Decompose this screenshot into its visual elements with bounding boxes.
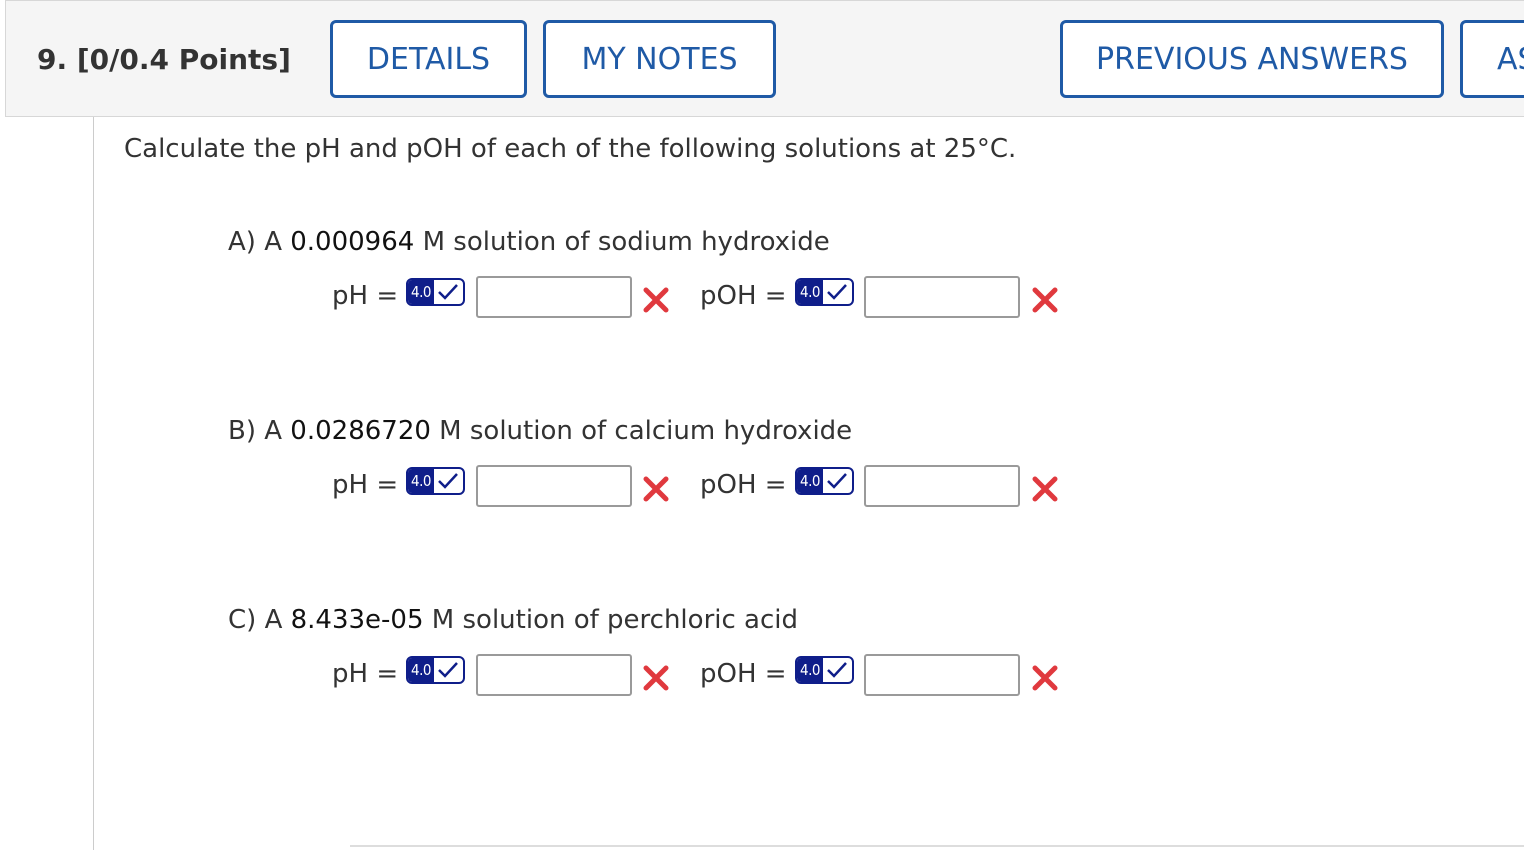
content-left-border <box>93 117 94 850</box>
part-c-ph-label: pH = <box>332 659 399 689</box>
part-c-concentration: 8.433e-05 <box>290 605 424 635</box>
part-c-suffix: M solution of perchloric acid <box>431 605 798 635</box>
previous-answers-button[interactable]: PREVIOUS ANSWERS <box>1060 20 1444 98</box>
details-button[interactable]: DETAILS <box>330 20 527 98</box>
part-b-poh-input[interactable] <box>864 465 1020 507</box>
part-b-poh-sigfig-button[interactable]: 4.0 <box>795 467 854 495</box>
part-b-ph-label: pH = <box>332 470 399 500</box>
sigfig-value: 4.0 <box>797 280 823 304</box>
part-a-ph-sigfig-button[interactable]: 4.0 <box>406 278 465 306</box>
part-b-ph-input[interactable] <box>476 465 632 507</box>
part-c-ph-sigfig-button[interactable]: 4.0 <box>406 656 465 684</box>
x-mark-icon <box>643 287 669 313</box>
part-c-prefix: C) A <box>228 605 283 635</box>
x-mark-icon <box>1032 476 1058 502</box>
part-a-ph-input[interactable] <box>476 276 632 318</box>
check-icon <box>823 658 852 682</box>
part-a-poh-label: pOH = <box>700 281 787 311</box>
part-c-poh-label: pOH = <box>700 659 787 689</box>
part-a-suffix: M solution of sodium hydroxide <box>422 227 830 257</box>
content-bottom-divider <box>350 845 1524 847</box>
sigfig-value: 4.0 <box>797 658 823 682</box>
check-icon <box>434 280 463 304</box>
part-a-poh-input[interactable] <box>864 276 1020 318</box>
part-b-ph-sigfig-button[interactable]: 4.0 <box>406 467 465 495</box>
sigfig-value: 4.0 <box>408 280 434 304</box>
my-notes-button[interactable]: MY NOTES <box>543 20 776 98</box>
part-b-suffix: M solution of calcium hydroxide <box>439 416 853 446</box>
x-mark-icon <box>643 476 669 502</box>
check-icon <box>823 280 852 304</box>
ask-your-teacher-button[interactable]: AS <box>1460 20 1524 98</box>
x-mark-icon <box>1032 287 1058 313</box>
part-b-prefix: B) A <box>228 416 283 446</box>
sigfig-value: 4.0 <box>408 658 434 682</box>
check-icon <box>434 658 463 682</box>
x-mark-icon <box>643 665 669 691</box>
part-a-ph-label: pH = <box>332 281 399 311</box>
part-a-prefix: A) A <box>228 227 282 257</box>
part-a-concentration: 0.000964 <box>290 227 415 257</box>
question-text: Calculate the pH and pOH of each of the … <box>124 134 1017 164</box>
x-mark-icon <box>1032 665 1058 691</box>
part-b-title: B) A 0.0286720 M solution of calcium hyd… <box>228 416 852 446</box>
part-a-poh-sigfig-button[interactable]: 4.0 <box>795 278 854 306</box>
sigfig-value: 4.0 <box>408 469 434 493</box>
part-a-title: A) A 0.000964 M solution of sodium hydro… <box>228 227 830 257</box>
part-b-poh-label: pOH = <box>700 470 787 500</box>
check-icon <box>434 469 463 493</box>
check-icon <box>823 469 852 493</box>
question-points-label: 9. [0/0.4 Points] <box>37 43 291 76</box>
part-c-poh-sigfig-button[interactable]: 4.0 <box>795 656 854 684</box>
part-c-title: C) A 8.433e-05 M solution of perchloric … <box>228 605 798 635</box>
part-c-poh-input[interactable] <box>864 654 1020 696</box>
sigfig-value: 4.0 <box>797 469 823 493</box>
part-b-concentration: 0.0286720 <box>290 416 431 446</box>
part-c-ph-input[interactable] <box>476 654 632 696</box>
